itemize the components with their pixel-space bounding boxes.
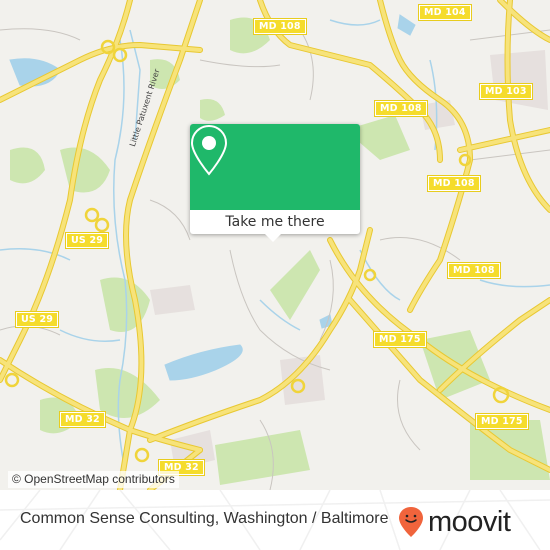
road-label-md108: MD 108: [253, 18, 307, 35]
popup-header: [190, 124, 360, 210]
road-label-md104: MD 104: [418, 4, 472, 21]
destination-popup: Take me there: [190, 124, 360, 242]
moovit-logo[interactable]: moovit: [397, 505, 511, 539]
road-label-md103: MD 103: [479, 83, 533, 100]
moovit-wordmark: moovit: [428, 506, 511, 538]
road-label-md108: MD 108: [447, 262, 501, 279]
road-label-md108: MD 108: [374, 100, 428, 117]
map-attribution[interactable]: © OpenStreetMap contributors: [8, 471, 179, 488]
road-label-md108: MD 108: [427, 175, 481, 192]
footer-bar: Common Sense Consulting, Washington / Ba…: [0, 490, 550, 550]
moovit-pin-icon: [399, 507, 423, 537]
road-label-md175: MD 175: [373, 331, 427, 348]
place-title: Common Sense Consulting, Washington / Ba…: [20, 510, 389, 527]
map-view[interactable]: MD 108 MD 104 MD 108 MD 103 MD 108 MD 10…: [0, 0, 550, 490]
road-label-md32: MD 32: [59, 411, 106, 428]
popup-pointer: [265, 234, 281, 242]
take-me-there-button[interactable]: Take me there: [190, 210, 360, 234]
road-label-md175: MD 175: [475, 413, 529, 430]
road-label-us29: US 29: [14, 311, 60, 328]
road-label-us29: US 29: [64, 232, 110, 249]
map-pin-icon: [190, 124, 228, 176]
